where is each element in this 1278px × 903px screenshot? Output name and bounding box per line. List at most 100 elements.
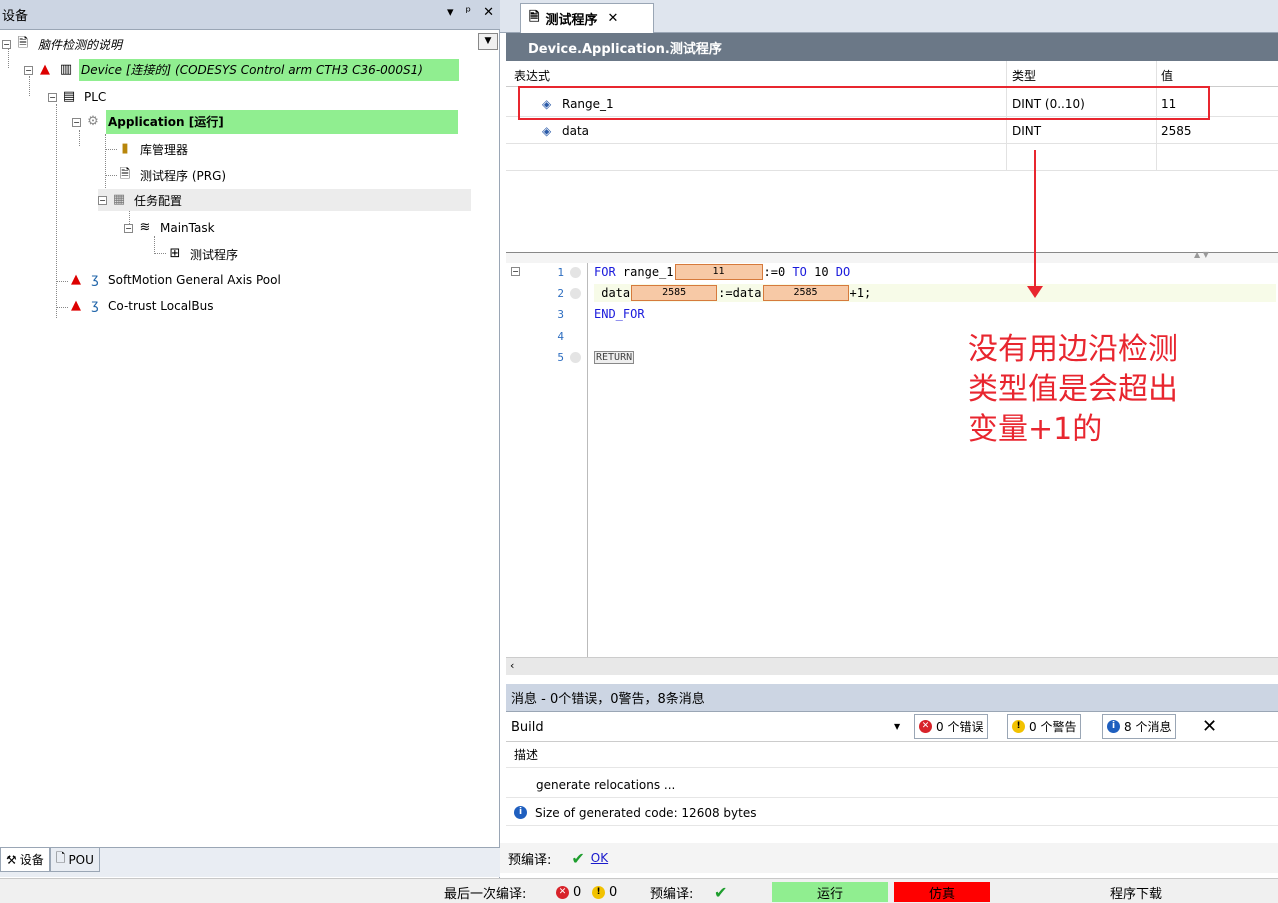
program-download-status[interactable]: 程序下载 [1110,882,1162,902]
run-status[interactable]: 运行 [772,882,888,902]
pin-icon[interactable]: ᵖ [466,5,472,20]
messages-column-header[interactable]: 描述 [506,742,1278,768]
close-icon[interactable]: ✕ [483,5,494,20]
task-icon: ≋ [139,220,151,235]
gear-icon: ⚙ [87,114,99,129]
clear-messages-icon[interactable]: ✕ [1198,714,1222,739]
tree-item-task-program[interactable]: ⊞ 测试程序 [167,243,240,265]
collapse-icon[interactable]: − [124,223,133,233]
line-number: 1 [557,266,564,279]
pou-icon: 🗋 [55,851,66,865]
warning-icon: ▲ [71,272,81,287]
devices-icon: ⚒ [6,852,17,867]
device-icon: ▥ [59,62,73,77]
return-marker[interactable]: RETURN [594,350,635,364]
breakpoint-marker[interactable] [570,288,581,299]
code-gutter: − 1 2 3 4 5 [506,263,588,657]
splitter-arrows-icon[interactable]: ▲ ▼ [1194,250,1209,259]
message-row[interactable]: i Size of generated code: 12608 bytes [506,800,1278,826]
task-config-icon: ▦ [112,192,126,207]
last-compile-warnings[interactable]: ! 0 [592,882,617,902]
tree-item-softmotion[interactable]: ▲ ʒ SoftMotion General Axis Pool [68,269,283,291]
tree-item-test-program[interactable]: 🗎 测试程序 (PRG) [117,164,228,186]
fold-icon[interactable]: − [511,267,520,276]
code-editor[interactable]: − 1 2 3 4 5 FOR range_1 11:=0 TO 10 DO da… [506,263,1278,657]
watch-row[interactable]: ◈ data DINT 2585 [506,118,1278,144]
message-row[interactable]: generate relocations ... [506,772,1278,798]
bus-icon: ʒ [91,298,99,313]
axis-icon: ʒ [91,272,99,287]
program-icon: 🗎 [529,9,540,25]
header-type[interactable]: 类型 [1012,67,1036,84]
program-icon: 🗎 [119,167,131,182]
tree-item-application[interactable]: − ⚙ Application [运行] [72,110,458,134]
tab-pou[interactable]: 🗋 POU [49,848,100,872]
watch-type: DINT [1012,124,1042,138]
tree-item-library-manager[interactable]: ▮ 库管理器 [117,138,190,160]
tree-item-localbus[interactable]: ▲ ʒ Co-trust LocalBus [68,295,215,317]
tree-item-project[interactable]: − 🗎 脑件检测的说明 [2,33,124,55]
collapse-icon[interactable]: − [2,39,11,49]
message-source-select[interactable]: Build [506,712,906,742]
watch-expression: data [562,124,590,138]
header-expression[interactable]: 表达式 [514,67,550,84]
messages-header: 消息 - 0个错误，0警告，8条消息 [506,684,1278,712]
precompile-label: 预编译: [508,852,552,868]
simulation-status[interactable]: 仿真 [894,882,990,902]
info-icon: i [1107,720,1120,733]
check-icon: ✔ [571,848,585,868]
annotation-arrow-line [1034,150,1036,288]
collapse-icon[interactable]: − [24,65,33,75]
tab-test-program[interactable]: 🗎 测试程序 ✕ [520,3,654,33]
breakpoint-marker[interactable] [570,352,581,363]
horizontal-scrollbar[interactable]: ‹ [506,657,1278,675]
collapse-icon[interactable]: − [48,92,57,102]
variable-icon: ◈ [542,124,552,138]
tree-item-plc[interactable]: − ▤ PLC [48,86,108,108]
check-icon: ✔ [714,882,728,902]
splitter[interactable]: ▲ ▼ [506,250,1278,263]
collapse-icon[interactable]: − [72,117,81,127]
tree-item-device[interactable]: − ▲ ▥ Device [连接的] (CODESYS Control arm … [24,59,459,81]
tree-dropdown-button[interactable]: ▼ [478,33,498,50]
devices-panel-title: 设备 [2,9,29,24]
breakpoint-marker[interactable] [570,267,581,278]
watch-value[interactable]: 2585 [1161,124,1192,138]
scroll-left-icon[interactable]: ‹ [510,659,514,672]
filter-warnings-button[interactable]: ! 0 个警告 [1007,714,1082,739]
library-icon: ▮ [121,141,129,156]
last-compile-label: 最后一次编译: [444,886,527,902]
watch-header-row: 表达式 类型 值 [506,61,1278,87]
program-call-icon: ⊞ [169,246,181,261]
devices-bottom-tabs: ⚒ 设备 🗋 POU [0,847,500,877]
watch-row-empty [506,145,1278,171]
filter-errors-button[interactable]: ✕ 0 个错误 [914,714,989,739]
annotation-text: 没有用边沿检测 类型值是会超出 变量+1的 [968,332,1178,447]
close-tab-icon[interactable]: ✕ [607,11,618,26]
status-bar: 最后一次编译: ✕ 0 ! 0 预编译: ✔ 运行 仿真 程序下载 [0,878,1278,903]
inline-value[interactable]: 11 [674,264,763,280]
precompile-bar: 预编译: ✔ OK [500,843,1278,873]
inline-value[interactable]: 2585 [631,285,718,301]
collapse-icon[interactable]: − [98,195,107,205]
devices-panel-header: 设备 ▾ ᵖ ✕ [0,0,500,30]
annotation-highlight-box [518,86,1210,120]
tree-item-maintask[interactable]: − ≋ MainTask [124,217,217,239]
warning-icon: ! [592,885,605,899]
tree-item-task-config[interactable]: − ▦ 任务配置 [98,189,471,211]
tab-devices[interactable]: ⚒ 设备 [0,848,50,872]
last-compile-errors[interactable]: ✕ 0 [556,882,581,902]
panel-menu-icon[interactable]: ▾ [447,5,454,20]
dropdown-arrow-icon[interactable]: ▼ [894,722,900,731]
line-number: 4 [557,330,564,343]
line-number: 5 [557,351,564,364]
code-line-1: FOR range_1 11:=0 TO 10 DO [594,264,851,280]
filter-messages-button[interactable]: i 8 个消息 [1102,714,1177,739]
header-value[interactable]: 值 [1161,67,1173,84]
annotation-arrow-head [1027,286,1043,298]
devices-panel: 设备 ▾ ᵖ ✕ ▼ − 🗎 脑件检测的说明 − ▲ ▥ Device [连接的… [0,0,500,878]
warning-icon: ▲ [40,62,50,77]
inline-value[interactable]: 2585 [762,285,849,301]
precompile-ok-link[interactable]: OK [591,851,608,865]
info-icon: i [514,806,527,819]
